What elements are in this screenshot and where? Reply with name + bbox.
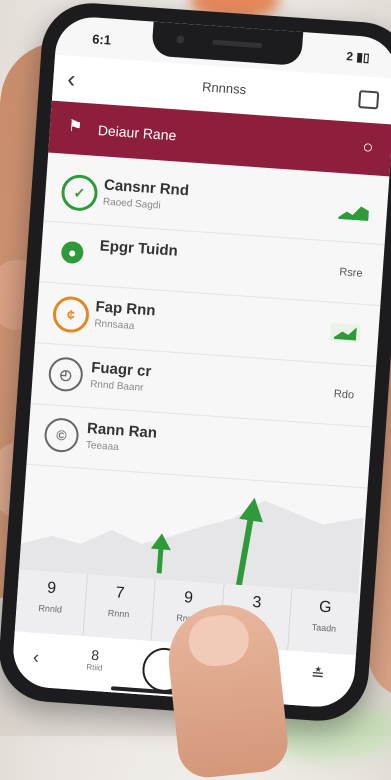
banner-label: Deiaur Rane — [97, 121, 177, 144]
chart-arrow-small — [156, 545, 164, 574]
phone-screen: 6:1 2 ▮▯ ‹ Rnnnss ⚑ Deiaur Rane ○ ✓ Cans… — [10, 14, 391, 710]
status-time: 6:1 — [91, 31, 112, 48]
item-sub: Rnnsaaa — [94, 318, 135, 332]
bottom-item-number: 8 — [90, 646, 100, 664]
flag-icon: ⚑ — [67, 117, 84, 136]
tab-item[interactable]: 9 Rnnld — [14, 569, 88, 637]
tab-label: Rnnld — [38, 602, 63, 615]
item-name: Rann Ran — [86, 419, 158, 442]
sparkline-icon — [338, 206, 369, 222]
tab-item[interactable]: 7 Rnnn — [83, 574, 156, 641]
sparkline-icon — [329, 322, 361, 343]
status-indicators: 2 ▮▯ — [345, 49, 371, 65]
tab-number: G — [318, 598, 333, 617]
tab-label: Taadn — [311, 622, 337, 634]
window-icon[interactable] — [358, 90, 380, 110]
settings-icon[interactable]: ≛ — [310, 664, 325, 685]
item-value: Rsre — [338, 266, 363, 280]
item-name: Fuagr cr — [90, 359, 152, 381]
item-list: ✓ Cansnr Rnd Raoed Sagdi ● Epgr Tuidn Rs… — [26, 160, 389, 489]
circle-icon[interactable]: ○ — [362, 136, 374, 158]
tab-item[interactable]: G Taadn — [288, 589, 360, 656]
status-circle-icon: ✓ — [60, 173, 99, 213]
item-name: Epgr Tuidn — [99, 237, 179, 260]
item-name: Fap Rnn — [94, 298, 157, 320]
bottom-item[interactable]: 8 Rtiid — [86, 647, 104, 673]
item-name: Cansnr Rnd — [103, 176, 190, 200]
item-value: Rdo — [333, 388, 355, 402]
clock-icon: ◴ — [47, 356, 84, 393]
item-sub: Raoed Sagdi — [102, 196, 161, 212]
item-sub: Rnnd Baanr — [89, 379, 144, 394]
item-sub: Teeaaa — [85, 439, 120, 454]
tab-number: 9 — [46, 579, 57, 598]
nav-title: Rnnnss — [201, 79, 247, 98]
thumbnail — [186, 612, 252, 669]
share-icon[interactable]: ‹ — [32, 647, 39, 668]
notch — [151, 21, 304, 66]
coin-icon: ¢ — [51, 295, 91, 334]
bottom-item-label: Rtiid — [86, 662, 103, 673]
tab-number: 7 — [115, 584, 126, 602]
dot-icon: ● — [60, 240, 85, 265]
copyright-icon: © — [43, 417, 80, 454]
tab-label: Rnnn — [107, 607, 130, 620]
